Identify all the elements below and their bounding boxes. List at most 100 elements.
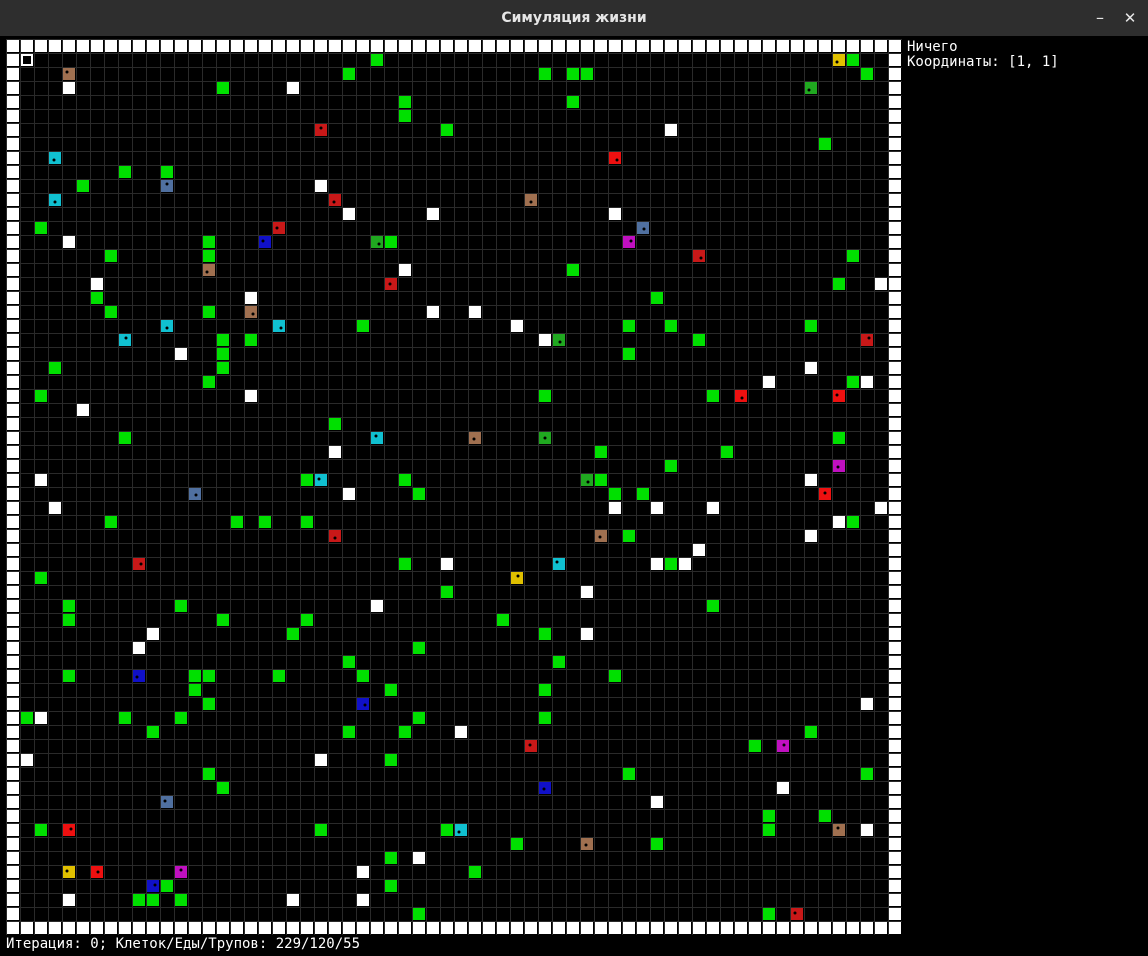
wall-cell: [805, 40, 817, 52]
wall-cell: [819, 922, 831, 934]
wall-cell: [343, 922, 355, 934]
food-cell: [623, 530, 635, 542]
wall-cell: [889, 138, 901, 150]
wall-cell: [161, 922, 173, 934]
food-cell: [441, 586, 453, 598]
wall-cell: [7, 250, 19, 262]
wall-cell: [763, 40, 775, 52]
organism-eye: [261, 239, 265, 243]
close-icon[interactable]: ✕: [1118, 6, 1142, 30]
organism-eye: [472, 437, 476, 441]
food-cell: [119, 166, 131, 178]
wall-cell: [7, 278, 19, 290]
wall-cell: [427, 40, 439, 52]
wall-cell: [7, 306, 19, 318]
wall-cell: [889, 460, 901, 472]
corpse-cell: [805, 362, 817, 374]
wall-cell: [35, 40, 47, 52]
wall-cell: [889, 880, 901, 892]
organism-eye: [529, 200, 533, 204]
food-cell: [399, 474, 411, 486]
wall-cell: [553, 922, 565, 934]
wall-cell: [651, 922, 663, 934]
corpse-cell: [413, 852, 425, 864]
food-cell: [595, 446, 607, 458]
corpse-cell: [63, 82, 75, 94]
wall-cell: [889, 292, 901, 304]
wall-cell: [7, 194, 19, 206]
wall-cell: [413, 922, 425, 934]
wall-cell: [63, 40, 75, 52]
wall-cell: [483, 922, 495, 934]
simulation-board[interactable]: [6, 39, 902, 935]
wall-cell: [7, 320, 19, 332]
wall-cell: [371, 922, 383, 934]
food-cell: [357, 670, 369, 682]
food-cell: [833, 278, 845, 290]
food-cell: [301, 614, 313, 626]
coordinates-label: Координаты: [1, 1]: [907, 54, 1059, 70]
wall-cell: [889, 152, 901, 164]
organism-cell: [791, 908, 803, 920]
food-cell: [301, 516, 313, 528]
food-cell: [623, 768, 635, 780]
wall-cell: [371, 40, 383, 52]
food-cell: [203, 376, 215, 388]
wall-cell: [385, 922, 397, 934]
wall-cell: [889, 754, 901, 766]
food-cell: [847, 250, 859, 262]
wall-cell: [7, 292, 19, 304]
organism-eye: [793, 911, 797, 915]
organism-eye: [279, 326, 283, 330]
organism-cell: [553, 558, 565, 570]
wall-cell: [889, 250, 901, 262]
info-panel: Ничего Координаты: [1, 1]: [907, 40, 1059, 70]
wall-cell: [609, 922, 621, 934]
food-cell: [707, 600, 719, 612]
wall-cell: [49, 922, 61, 934]
wall-cell: [7, 152, 19, 164]
organism-eye: [333, 536, 337, 540]
minimize-icon[interactable]: –: [1088, 6, 1112, 30]
wall-cell: [749, 40, 761, 52]
wall-cell: [889, 96, 901, 108]
food-cell: [441, 824, 453, 836]
food-cell: [651, 292, 663, 304]
food-cell: [49, 362, 61, 374]
wall-cell: [7, 180, 19, 192]
corpse-cell: [777, 782, 789, 794]
wall-cell: [161, 40, 173, 52]
organism-eye: [584, 843, 588, 847]
wall-cell: [7, 754, 19, 766]
wall-cell: [889, 894, 901, 906]
corpse-cell: [665, 124, 677, 136]
corpse-cell: [679, 558, 691, 570]
food-cell: [511, 838, 523, 850]
wall-cell: [231, 40, 243, 52]
wall-cell: [819, 40, 831, 52]
food-cell: [749, 740, 761, 752]
corpse-cell: [805, 530, 817, 542]
food-cell: [665, 320, 677, 332]
wall-cell: [287, 922, 299, 934]
wall-cell: [7, 712, 19, 724]
food-cell: [763, 824, 775, 836]
corpse-cell: [651, 796, 663, 808]
wall-cell: [889, 684, 901, 696]
food-cell: [161, 880, 173, 892]
wall-cell: [623, 40, 635, 52]
corpse-cell: [763, 376, 775, 388]
organism-cell: [581, 474, 593, 486]
corpse-cell: [875, 278, 887, 290]
food-cell: [497, 614, 509, 626]
food-cell: [847, 54, 859, 66]
organism-cell: [623, 236, 635, 248]
corpse-cell: [63, 894, 75, 906]
food-cell: [217, 348, 229, 360]
board-grid[interactable]: [6, 39, 902, 935]
organism-eye: [377, 242, 381, 246]
wall-cell: [889, 446, 901, 458]
wall-cell: [7, 656, 19, 668]
organism-eye: [586, 480, 590, 484]
wall-cell: [7, 54, 19, 66]
